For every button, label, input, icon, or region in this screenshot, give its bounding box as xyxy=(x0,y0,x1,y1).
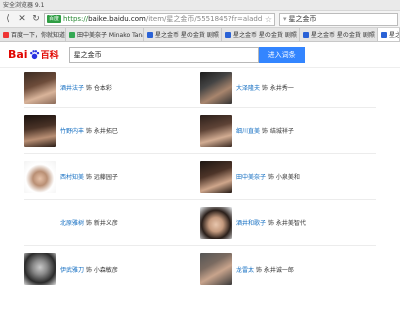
role-text: 饰 永井诚一郎 xyxy=(254,266,294,274)
tab-baidu-home[interactable]: 百度一下，你就知道 xyxy=(0,28,66,41)
actor-link[interactable]: 酒井法子 xyxy=(60,85,84,92)
cast-item: 大泽隆夫 饰 永井秀一 xyxy=(200,68,376,107)
search-icon: ▾ xyxy=(283,15,287,23)
back-icon[interactable]: ⟨ xyxy=(2,13,14,25)
cast-item: 西村知美 饰 远藤园子 xyxy=(24,154,200,199)
actor-photo[interactable] xyxy=(200,206,232,239)
enter-entry-button[interactable]: 进入词条 xyxy=(258,46,305,63)
page-icon xyxy=(147,31,153,38)
address-bar: ⟨ ✕ ↻ 百度 https://baike.baidu.com/item/星之… xyxy=(0,11,400,28)
logo-text-left: Bai xyxy=(8,48,28,61)
actor-link[interactable]: 田中美奈子 xyxy=(236,174,266,181)
actor-link[interactable]: 西村知美 xyxy=(60,174,84,181)
baidu-paw-icon xyxy=(3,31,9,38)
refresh-icon[interactable]: ↻ xyxy=(30,13,42,25)
actor-link[interactable]: 大泽隆夫 xyxy=(236,85,260,92)
actor-photo[interactable] xyxy=(24,253,56,285)
actor-photo[interactable] xyxy=(200,114,232,147)
tab-label: 田中美奈子 Minako Tana xyxy=(77,32,144,39)
baike-header: Bai 百科 星之金币 进入词条 xyxy=(0,42,400,68)
cast-caption: 西村知美 饰 远藤园子 xyxy=(60,172,118,181)
tab-tanaka[interactable]: 田中美奈子 Minako Tana ✕ xyxy=(66,28,144,41)
cast-row: 酒井法子 饰 仓本彩 大泽隆夫 饰 永井秀一 xyxy=(24,68,376,108)
logo-text-right: 百科 xyxy=(40,51,59,61)
url-path: /item/星之金币/5551845?fr=aladd xyxy=(145,15,263,23)
url-host: baike.baidu.com xyxy=(88,15,146,23)
actor-photo[interactable] xyxy=(24,160,56,193)
cast-item: 田中美奈子 饰 小泉美和 xyxy=(200,154,376,199)
tab-stills-1[interactable]: 星之金币 星の金貨 剧照 ✕ xyxy=(144,28,222,41)
browser-search-field[interactable]: ▾ 星之金币 xyxy=(279,12,398,26)
role-text: 饰 小森敏彦 xyxy=(84,266,118,274)
cast-row: 伊武雅刀 饰 小森敏彦 龙雷太 饰 永井诚一郎 xyxy=(24,246,376,292)
role-text: 饰 仓本彩 xyxy=(84,85,112,92)
actor-link[interactable]: 龙雷太 xyxy=(236,267,254,274)
url-scheme: https:// xyxy=(63,15,89,23)
role-text: 饰 永井美智代 xyxy=(266,220,306,227)
actor-link[interactable]: 酒井和歌子 xyxy=(236,220,266,227)
cast-row: 竹野内丰 饰 永井拓巳 细川直美 饰 结城祥子 xyxy=(24,108,376,154)
tab-strip: 百度一下，你就知道 田中美奈子 Minako Tana ✕ 星之金币 星の金貨 … xyxy=(0,28,400,42)
cast-caption: 龙雷太 饰 永井诚一郎 xyxy=(236,265,294,274)
actor-link[interactable]: 竹野内丰 xyxy=(60,128,84,135)
cast-caption: 细川直美 饰 结城祥子 xyxy=(236,126,294,135)
tab-label: 星之金币 xyxy=(389,32,400,39)
url-field[interactable]: 百度 https://baike.baidu.com/item/星之金币/555… xyxy=(44,12,275,26)
tab-current[interactable]: 星之金币 xyxy=(378,28,400,41)
tab-stills-2[interactable]: 星之金币 星の金貨 剧照 ✕ xyxy=(222,28,300,41)
actor-link[interactable]: 北原雅树 xyxy=(60,220,84,227)
actor-photo[interactable] xyxy=(24,114,56,147)
cast-caption: 田中美奈子 饰 小泉美和 xyxy=(236,172,300,181)
page-icon xyxy=(225,31,231,38)
cast-caption: 酒井法子 饰 仓本彩 xyxy=(60,83,112,92)
secure-badge: 百度 xyxy=(47,15,62,23)
browser-search-value: 星之金币 xyxy=(288,15,317,23)
baidu-paw-icon xyxy=(29,50,39,60)
role-text: 饰 新井义彦 xyxy=(84,220,118,227)
baike-search-input[interactable]: 星之金币 xyxy=(68,46,259,63)
cast-item: 酒井和歌子 饰 永井美智代 xyxy=(200,200,376,245)
page-icon xyxy=(381,31,387,38)
tab-label: 星之金币 星の金貨 剧照 xyxy=(233,32,297,39)
cast-item: 细川直美 饰 结城祥子 xyxy=(200,108,376,153)
cast-item: 北原雅树 饰 新井义彦 xyxy=(24,200,200,245)
cast-caption: 酒井和歌子 饰 永井美智代 xyxy=(236,218,306,227)
baike-logo[interactable]: Bai 百科 xyxy=(8,48,59,61)
cast-item: 龙雷太 饰 永井诚一郎 xyxy=(200,246,376,292)
window-title: 安全浏览器 9.1 xyxy=(0,0,400,11)
cast-caption: 北原雅树 饰 新井义彦 xyxy=(60,218,118,227)
actor-photo[interactable] xyxy=(200,253,232,285)
role-text: 饰 永井拓巳 xyxy=(84,128,118,135)
cast-item: 酒井法子 饰 仓本彩 xyxy=(24,68,200,107)
role-text: 饰 小泉美和 xyxy=(266,174,300,181)
actor-link[interactable]: 细川直美 xyxy=(236,128,260,135)
url-text: https://baike.baidu.com/item/星之金币/555184… xyxy=(63,14,262,24)
cast-caption: 竹野内丰 饰 永井拓巳 xyxy=(60,126,118,135)
bookmark-star-icon[interactable]: ☆ xyxy=(265,15,272,24)
cast-caption: 大泽隆夫 饰 永井秀一 xyxy=(236,83,294,92)
close-icon[interactable]: ✕ xyxy=(16,13,28,25)
actor-photo[interactable] xyxy=(24,71,56,104)
tab-label: 星之金币 星の金貨 剧照 xyxy=(311,32,375,39)
cast-item: 竹野内丰 饰 永井拓巳 xyxy=(24,108,200,153)
tab-label: 百度一下，你就知道 xyxy=(11,32,66,39)
role-text: 饰 永井秀一 xyxy=(260,85,294,92)
cast-row: 西村知美 饰 远藤园子 田中美奈子 饰 小泉美和 xyxy=(24,154,376,200)
page-icon xyxy=(69,31,75,38)
cast-caption: 伊武雅刀 饰 小森敏彦 xyxy=(60,265,118,274)
role-text: 饰 结城祥子 xyxy=(260,128,294,135)
cast-grid: 酒井法子 饰 仓本彩 大泽隆夫 饰 永井秀一 竹野内丰 饰 永井拓巳 细川直美 … xyxy=(0,68,400,292)
page-icon xyxy=(303,31,309,38)
cast-row: 北原雅树 饰 新井义彦 酒井和歌子 饰 永井美智代 xyxy=(24,200,376,246)
actor-link[interactable]: 伊武雅刀 xyxy=(60,267,84,274)
cast-item: 伊武雅刀 饰 小森敏彦 xyxy=(24,246,200,292)
actor-photo[interactable] xyxy=(200,160,232,193)
tab-stills-3[interactable]: 星之金币 星の金貨 剧照 ✕ xyxy=(300,28,378,41)
actor-photo[interactable] xyxy=(200,71,232,104)
tab-label: 星之金币 星の金貨 剧照 xyxy=(155,32,219,39)
role-text: 饰 远藤园子 xyxy=(84,174,118,181)
